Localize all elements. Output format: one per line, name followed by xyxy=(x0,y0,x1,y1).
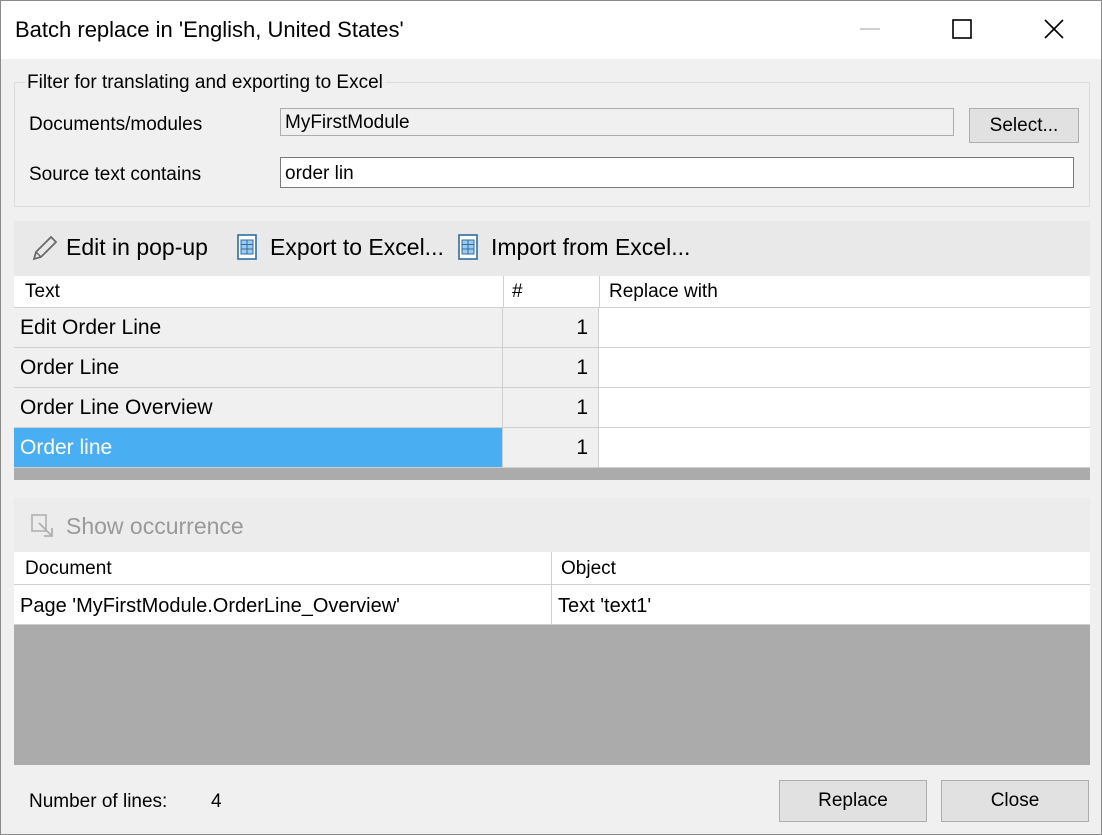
close-window-button[interactable] xyxy=(1031,7,1077,51)
close-icon xyxy=(1044,19,1064,39)
replace-with-cell[interactable] xyxy=(599,308,1090,347)
texts-toolbar: Edit in pop-up Export to Excel... Import… xyxy=(14,221,1090,276)
column-header-replace-with[interactable]: Replace with xyxy=(609,281,718,303)
object-cell: Text 'text1' xyxy=(558,595,652,617)
maximize-icon xyxy=(952,19,972,39)
texts-grid: Text # Replace with Edit Order Line 1 Or… xyxy=(14,276,1090,480)
text-cell: Order line xyxy=(14,428,503,467)
column-header-object[interactable]: Object xyxy=(561,558,616,580)
text-cell: Order Line xyxy=(14,348,503,387)
close-button[interactable]: Close xyxy=(941,780,1089,822)
minimize-button[interactable] xyxy=(847,7,893,51)
minimize-icon xyxy=(860,28,880,30)
text-cell: Order Line Overview xyxy=(14,388,503,427)
maximize-button[interactable] xyxy=(939,7,985,51)
edit-in-popup-label: Edit in pop-up xyxy=(66,234,208,260)
batch-replace-dialog: Batch replace in 'English, United States… xyxy=(0,0,1102,835)
export-to-excel-label: Export to Excel... xyxy=(270,234,444,260)
count-cell: 1 xyxy=(503,388,599,427)
window-title: Batch replace in 'English, United States… xyxy=(15,17,404,42)
source-text-input[interactable]: order lin xyxy=(280,157,1074,188)
count-cell: 1 xyxy=(503,428,599,467)
text-cell: Edit Order Line xyxy=(14,308,503,347)
import-from-excel-label: Import from Excel... xyxy=(491,234,691,260)
number-of-lines-label: Number of lines: xyxy=(29,791,168,812)
documents-field[interactable]: MyFirstModule xyxy=(280,108,954,136)
column-header-count[interactable]: # xyxy=(512,281,523,303)
count-cell: 1 xyxy=(503,308,599,347)
show-occurrence-icon xyxy=(31,514,53,537)
pencil-icon xyxy=(32,235,58,261)
texts-grid-header: Text # Replace with xyxy=(14,276,1090,308)
show-occurrence-label: Show occurrence xyxy=(66,513,244,539)
table-row[interactable]: Edit Order Line 1 xyxy=(14,308,1090,348)
table-row-selected[interactable]: Order line 1 xyxy=(14,428,1090,468)
number-of-lines-value: 4 xyxy=(211,791,222,812)
excel-export-icon xyxy=(237,234,257,260)
count-cell: 1 xyxy=(503,348,599,387)
excel-import-icon xyxy=(458,234,478,260)
replace-with-cell[interactable] xyxy=(599,388,1090,427)
title-bar: Batch replace in 'English, United States… xyxy=(1,1,1101,59)
replace-button[interactable]: Replace xyxy=(779,780,927,822)
documents-label: Documents/modules xyxy=(29,114,203,135)
document-cell: Page 'MyFirstModule.OrderLine_Overview' xyxy=(14,585,552,624)
filter-group xyxy=(14,82,1090,207)
column-header-text[interactable]: Text xyxy=(25,281,60,303)
column-header-document[interactable]: Document xyxy=(25,558,112,580)
replace-with-cell[interactable] xyxy=(599,428,1090,467)
table-row[interactable]: Order Line 1 xyxy=(14,348,1090,388)
table-row[interactable]: Order Line Overview 1 xyxy=(14,388,1090,428)
table-row[interactable]: Page 'MyFirstModule.OrderLine_Overview' … xyxy=(14,585,1090,625)
source-text-label: Source text contains xyxy=(29,164,202,185)
filter-legend: Filter for translating and exporting to … xyxy=(25,72,385,94)
select-button[interactable]: Select... xyxy=(969,108,1079,143)
occurrence-toolbar: Show occurrence xyxy=(14,498,1090,553)
occurrences-grid: Document Object Page 'MyFirstModule.Orde… xyxy=(14,552,1090,765)
replace-with-cell[interactable] xyxy=(599,348,1090,387)
occurrences-grid-header: Document Object xyxy=(14,552,1090,585)
